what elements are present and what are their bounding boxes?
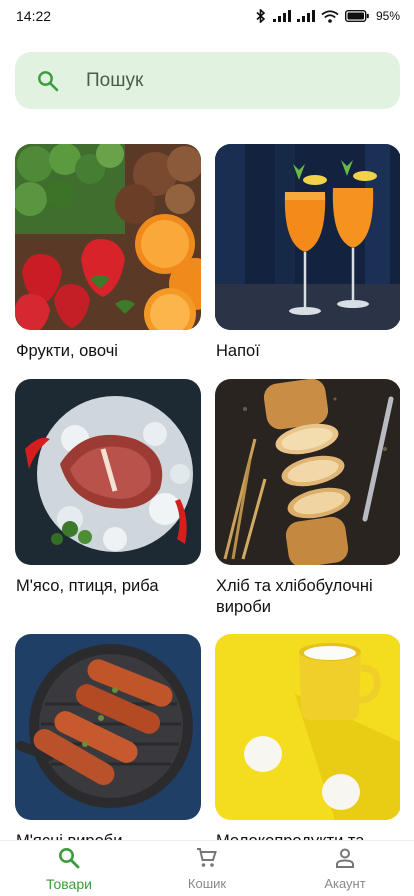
category-card-dairy[interactable]: Молокопродукти та (215, 634, 400, 840)
nav-item-products[interactable]: Товари (0, 841, 138, 896)
dairy-eggs-photo (215, 634, 400, 820)
category-grid: Фрукти, овочі Напої М'ясо, птиця, риба Х… (15, 144, 400, 840)
battery-icon (344, 10, 369, 22)
category-label: М'ясні вироби (15, 831, 201, 840)
nav-label: Акаунт (324, 876, 366, 891)
category-card-drinks[interactable]: Напої (215, 144, 400, 362)
category-card-bread[interactable]: Хліб та хлібобулочні вироби (215, 379, 400, 618)
category-card-fruits-vegetables[interactable]: Фрукти, овочі (15, 144, 201, 362)
bottom-nav: Товари Кошик Акаунт (0, 840, 414, 896)
meat-fish-photo (15, 379, 201, 565)
category-card-meat-products[interactable]: М'ясні вироби (15, 634, 201, 840)
fruits-vegetables-photo (15, 144, 201, 330)
category-card-meat-fish[interactable]: М'ясо, птиця, риба (15, 379, 201, 597)
cart-icon (196, 847, 218, 874)
signal-icon (272, 10, 291, 22)
status-icons: 95% (255, 9, 400, 23)
search-input[interactable] (86, 69, 366, 92)
nav-label: Кошик (187, 876, 227, 891)
bluetooth-icon (256, 9, 266, 23)
category-label: Фрукти, овочі (16, 342, 118, 360)
battery-percent: 95% (375, 9, 400, 23)
search-icon (58, 847, 80, 874)
wifi-icon (321, 9, 339, 23)
category-label: М'ясо, птиця, риба (16, 577, 159, 595)
nav-label: Товари (46, 876, 92, 892)
nav-item-account[interactable]: Акаунт (276, 841, 414, 896)
status-time: 14:22 (16, 8, 52, 24)
category-label: Напої (216, 342, 260, 360)
category-label: Хліб та хлібобулочні вироби (216, 577, 373, 616)
category-label: Молокопродукти та (215, 831, 400, 840)
nav-item-cart[interactable]: Кошик (138, 841, 276, 896)
drinks-photo (215, 144, 400, 330)
signal-icon-2 (296, 10, 315, 22)
account-icon (334, 847, 356, 874)
search-bar[interactable] (15, 52, 400, 109)
status-bar: 14:22 95% (0, 0, 414, 32)
sausages-photo (15, 634, 201, 820)
bread-photo (215, 379, 400, 565)
search-icon (37, 70, 59, 92)
